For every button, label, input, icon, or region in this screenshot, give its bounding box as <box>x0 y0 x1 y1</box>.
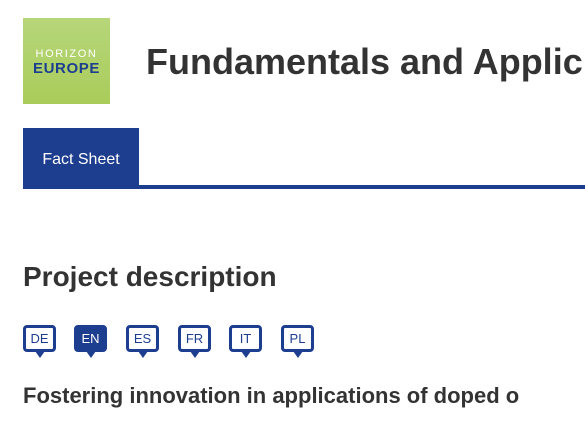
speech-bubble-tail-icon <box>241 351 251 358</box>
speech-bubble-tail-icon <box>190 351 200 358</box>
speech-bubble-tail-icon <box>35 351 45 358</box>
language-de-button[interactable]: DE <box>23 325 56 359</box>
logo-line-europe: EUROPE <box>33 60 100 77</box>
language-en-label: EN <box>74 325 107 352</box>
language-de-label: DE <box>23 325 56 352</box>
speech-bubble-tail-icon <box>138 351 148 358</box>
language-fr-label: FR <box>178 325 211 352</box>
language-it-button[interactable]: IT <box>229 325 262 359</box>
language-es-label: ES <box>126 325 159 352</box>
language-pl-label: PL <box>281 325 314 352</box>
tab-bar: Fact Sheet <box>23 128 585 190</box>
language-fr-button[interactable]: FR <box>178 325 211 359</box>
horizon-europe-logo[interactable]: HORIZON EUROPE <box>23 18 110 104</box>
tab-fact-sheet[interactable]: Fact Sheet <box>23 128 139 189</box>
language-pl-button[interactable]: PL <box>281 325 314 359</box>
page-title: Fundamentals and Applic <box>146 41 583 82</box>
language-it-label: IT <box>229 325 262 352</box>
logo-line-horizon: HORIZON <box>35 48 98 60</box>
description-title: Fostering innovation in applications of … <box>23 383 520 408</box>
language-en-button[interactable]: EN <box>74 325 107 359</box>
language-es-button[interactable]: ES <box>126 325 159 359</box>
speech-bubble-tail-icon <box>86 351 96 358</box>
section-heading: Project description <box>23 261 277 292</box>
page: HORIZON EUROPE Fundamentals and Applic F… <box>0 0 585 440</box>
speech-bubble-tail-icon <box>293 351 303 358</box>
